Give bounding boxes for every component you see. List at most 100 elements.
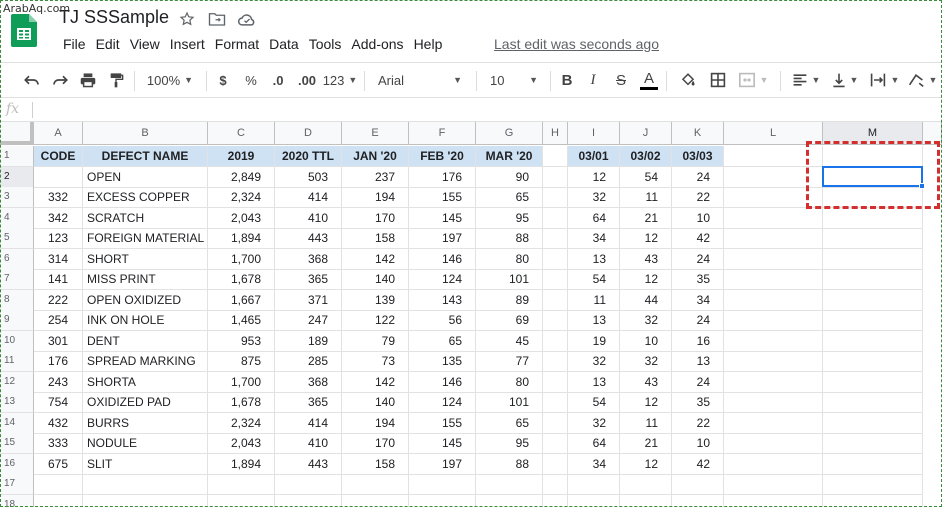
cell-m5[interactable] — [823, 228, 923, 249]
row-header-8[interactable]: 8 — [0, 289, 34, 311]
cell-d8[interactable]: 371 — [275, 289, 342, 311]
cell-j6[interactable]: 43 — [620, 248, 672, 270]
cell-j7[interactable]: 12 — [620, 269, 672, 290]
cell-c8[interactable]: 1,667 — [208, 289, 275, 311]
percent-format-button[interactable]: % — [240, 63, 262, 97]
row-header-7[interactable]: 7 — [0, 269, 34, 290]
row-header-6[interactable]: 6 — [0, 248, 34, 270]
cell-j9[interactable]: 32 — [620, 310, 672, 331]
cell-m6[interactable] — [823, 248, 923, 270]
cell-a5[interactable]: 123 — [34, 228, 83, 249]
font-select[interactable]: Arial ▼ — [372, 63, 468, 97]
cell-g17[interactable] — [476, 474, 543, 495]
cell-h1[interactable] — [543, 146, 568, 167]
cell-j14[interactable]: 11 — [620, 412, 672, 434]
cell-j8[interactable]: 44 — [620, 289, 672, 311]
move-folder-icon[interactable] — [206, 9, 228, 29]
row-header-13[interactable]: 13 — [0, 392, 34, 413]
cell-b1[interactable]: DEFECT NAME — [83, 146, 208, 167]
cell-f15[interactable]: 145 — [409, 433, 476, 454]
cell-f1[interactable]: FEB '20 — [409, 146, 476, 167]
cell-e13[interactable]: 140 — [342, 392, 409, 413]
cell-g10[interactable]: 45 — [476, 330, 543, 352]
cell-g14[interactable]: 65 — [476, 412, 543, 434]
row-header-14[interactable]: 14 — [0, 412, 34, 434]
cell-l8[interactable] — [724, 289, 823, 311]
borders-icon[interactable] — [706, 63, 730, 97]
cell-m13[interactable] — [823, 392, 923, 413]
cell-c15[interactable]: 2,043 — [208, 433, 275, 454]
cell-k11[interactable]: 13 — [672, 351, 724, 372]
cell-a17[interactable] — [34, 474, 83, 495]
cell-i2[interactable]: 12 — [568, 166, 620, 188]
cell-a18[interactable] — [34, 494, 83, 507]
cell-i1[interactable]: 03/01 — [568, 146, 620, 167]
cell-e3[interactable]: 194 — [342, 187, 409, 208]
text-rotation-icon[interactable]: ▼ — [904, 63, 940, 97]
horizontal-align-icon[interactable]: ▼ — [788, 63, 824, 97]
cell-e7[interactable]: 140 — [342, 269, 409, 290]
cell-i6[interactable]: 13 — [568, 248, 620, 270]
formula-input[interactable] — [40, 100, 930, 120]
cell-c11[interactable]: 875 — [208, 351, 275, 372]
cell-b6[interactable]: SHORT — [83, 248, 208, 270]
cell-k8[interactable]: 34 — [672, 289, 724, 311]
cell-i7[interactable]: 54 — [568, 269, 620, 290]
font-size-select[interactable]: 10 ▼ — [484, 63, 544, 97]
cell-l9[interactable] — [724, 310, 823, 331]
redo-icon[interactable] — [48, 63, 72, 97]
cell-l18[interactable] — [724, 494, 823, 507]
cell-i9[interactable]: 13 — [568, 310, 620, 331]
cell-j17[interactable] — [620, 474, 672, 495]
column-header-d[interactable]: D — [275, 122, 342, 145]
zoom-select[interactable]: 100% ▼ — [140, 63, 200, 97]
cell-a8[interactable]: 222 — [34, 289, 83, 311]
cell-d6[interactable]: 368 — [275, 248, 342, 270]
cell-b15[interactable]: NODULE — [83, 433, 208, 454]
menu-file[interactable]: File — [58, 35, 91, 53]
cell-c7[interactable]: 1,678 — [208, 269, 275, 290]
cell-c3[interactable]: 2,324 — [208, 187, 275, 208]
cell-c17[interactable] — [208, 474, 275, 495]
cell-f14[interactable]: 155 — [409, 412, 476, 434]
cell-i3[interactable]: 32 — [568, 187, 620, 208]
cell-l12[interactable] — [724, 371, 823, 393]
cell-i17[interactable] — [568, 474, 620, 495]
menu-format[interactable]: Format — [210, 35, 264, 53]
cell-e18[interactable] — [342, 494, 409, 507]
cell-i8[interactable]: 11 — [568, 289, 620, 311]
cell-d2[interactable]: 503 — [275, 166, 342, 188]
cell-f8[interactable]: 143 — [409, 289, 476, 311]
cell-f11[interactable]: 135 — [409, 351, 476, 372]
menu-addons[interactable]: Add-ons — [346, 35, 408, 53]
cell-m14[interactable] — [823, 412, 923, 434]
cell-e11[interactable]: 73 — [342, 351, 409, 372]
cell-i16[interactable]: 34 — [568, 453, 620, 475]
cell-e2[interactable]: 237 — [342, 166, 409, 188]
cell-g7[interactable]: 101 — [476, 269, 543, 290]
cell-k12[interactable]: 24 — [672, 371, 724, 393]
column-header-i[interactable]: I — [568, 122, 620, 145]
cell-c16[interactable]: 1,894 — [208, 453, 275, 475]
cell-b9[interactable]: INK ON HOLE — [83, 310, 208, 331]
print-icon[interactable] — [76, 63, 100, 97]
cell-f12[interactable]: 146 — [409, 371, 476, 393]
text-wrap-icon[interactable]: ▼ — [866, 63, 902, 97]
cell-l6[interactable] — [724, 248, 823, 270]
cell-h8[interactable] — [543, 289, 568, 311]
cell-k17[interactable] — [672, 474, 724, 495]
cell-h17[interactable] — [543, 474, 568, 495]
cell-a16[interactable]: 675 — [34, 453, 83, 475]
cell-h6[interactable] — [543, 248, 568, 270]
sheets-logo-icon[interactable] — [11, 14, 37, 47]
cell-k7[interactable]: 35 — [672, 269, 724, 290]
cell-d5[interactable]: 443 — [275, 228, 342, 249]
menu-view[interactable]: View — [125, 35, 165, 53]
paint-format-icon[interactable] — [104, 63, 128, 97]
cell-c12[interactable]: 1,700 — [208, 371, 275, 393]
cell-i5[interactable]: 34 — [568, 228, 620, 249]
cell-g1[interactable]: MAR '20 — [476, 146, 543, 167]
cell-i14[interactable]: 32 — [568, 412, 620, 434]
cell-h7[interactable] — [543, 269, 568, 290]
row-header-5[interactable]: 5 — [0, 228, 34, 249]
